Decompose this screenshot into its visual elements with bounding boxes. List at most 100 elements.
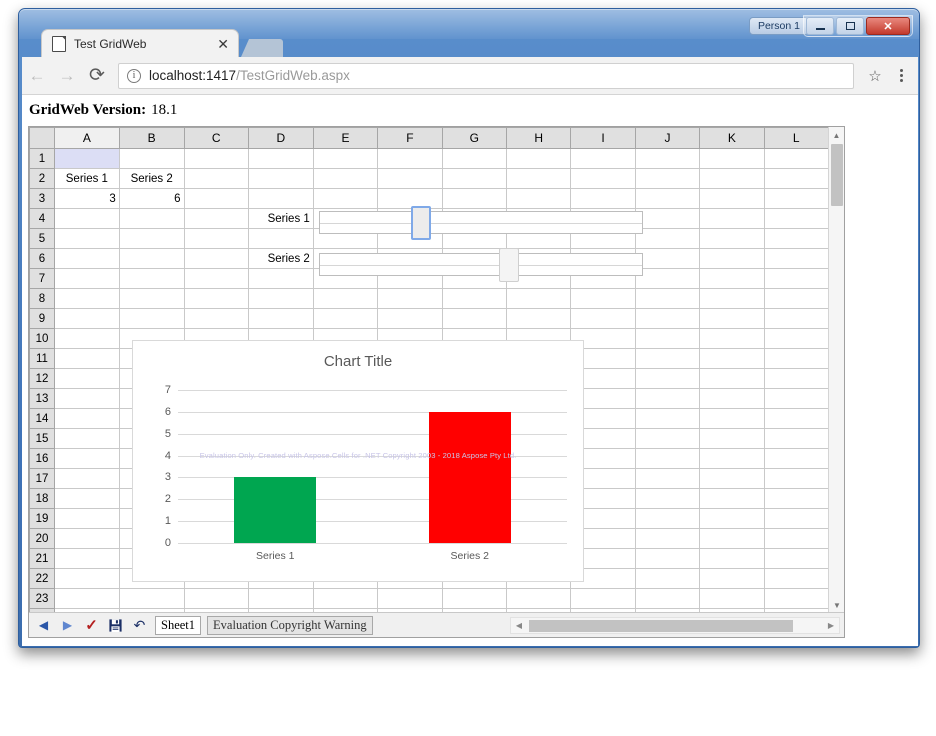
cell-k4[interactable] (699, 208, 765, 229)
column-header-c[interactable]: C (183, 127, 249, 149)
cell-e23[interactable] (312, 588, 379, 609)
cell-j19[interactable] (634, 508, 701, 529)
cell-a11[interactable] (53, 348, 120, 369)
grid-horizontal-scrollbar[interactable]: ◀ ▶ (510, 617, 840, 634)
cell-l4[interactable] (763, 208, 829, 229)
cell-d23[interactable] (247, 588, 314, 609)
cell-i8[interactable] (570, 288, 636, 309)
cell-f9[interactable] (377, 308, 443, 329)
cell-a10[interactable] (53, 328, 120, 349)
cell-g1[interactable] (441, 148, 508, 169)
cell-f1[interactable] (377, 148, 443, 169)
cell-a3[interactable]: 3 (53, 188, 120, 209)
cell-k8[interactable] (699, 288, 765, 309)
column-header-i[interactable]: I (570, 127, 636, 149)
cell-k11[interactable] (699, 348, 765, 369)
cell-f2[interactable] (377, 168, 443, 189)
cell-k7[interactable] (699, 268, 765, 289)
cell-f23[interactable] (377, 588, 443, 609)
cell-k10[interactable] (699, 328, 765, 349)
cell-k14[interactable] (699, 408, 765, 429)
cell-k15[interactable] (699, 428, 765, 449)
column-header-j[interactable]: J (634, 127, 701, 149)
bookmark-star-icon[interactable]: ☆ (862, 67, 888, 85)
cell-j12[interactable] (634, 368, 701, 389)
cell-d3[interactable] (247, 188, 314, 209)
chrome-menu-icon[interactable] (888, 69, 914, 82)
cell-l1[interactable] (763, 148, 829, 169)
select-all-corner[interactable] (29, 127, 55, 149)
cell-l20[interactable] (763, 528, 829, 549)
cell-j10[interactable] (634, 328, 701, 349)
cell-l10[interactable] (763, 328, 829, 349)
close-button[interactable]: ✕ (866, 17, 910, 35)
forward-button[interactable]: → (52, 61, 82, 91)
cell-l12[interactable] (763, 368, 829, 389)
tab-close-icon[interactable]: ✕ (214, 37, 232, 51)
row-header-13[interactable]: 13 (29, 388, 55, 409)
series-2-slider[interactable] (319, 248, 643, 282)
cell-i23[interactable] (570, 588, 636, 609)
cell-c5[interactable] (183, 228, 249, 249)
cell-k12[interactable] (699, 368, 765, 389)
row-header-23[interactable]: 23 (29, 588, 55, 609)
cell-j1[interactable] (634, 148, 701, 169)
cell-l7[interactable] (763, 268, 829, 289)
cell-j14[interactable] (634, 408, 701, 429)
cell-k20[interactable] (699, 528, 765, 549)
cell-a7[interactable] (53, 268, 120, 289)
cell-j23[interactable] (634, 588, 701, 609)
cell-a16[interactable] (53, 448, 120, 469)
cell-l19[interactable] (763, 508, 829, 529)
cell-l11[interactable] (763, 348, 829, 369)
row-header-12[interactable]: 12 (29, 368, 55, 389)
row-header-3[interactable]: 3 (29, 188, 55, 209)
cell-d9[interactable] (247, 308, 314, 329)
cell-b3[interactable]: 6 (118, 188, 185, 209)
cell-a6[interactable] (53, 248, 120, 269)
cell-k23[interactable] (699, 588, 765, 609)
sheet-tab-sheet1[interactable]: Sheet1 (155, 615, 202, 635)
row-header-7[interactable]: 7 (29, 268, 55, 289)
cell-c6[interactable] (183, 248, 249, 269)
cell-f3[interactable] (377, 188, 443, 209)
cell-g8[interactable] (441, 288, 508, 309)
row-header-19[interactable]: 19 (29, 508, 55, 529)
column-header-f[interactable]: F (377, 127, 443, 149)
cell-c2[interactable] (183, 168, 249, 189)
cell-a13[interactable] (53, 388, 120, 409)
cell-b5[interactable] (118, 228, 185, 249)
row-header-10[interactable]: 10 (29, 328, 55, 349)
row-header-21[interactable]: 21 (29, 548, 55, 569)
cell-j2[interactable] (634, 168, 701, 189)
cell-i2[interactable] (570, 168, 636, 189)
cell-c1[interactable] (183, 148, 249, 169)
cell-c4[interactable] (183, 208, 249, 229)
row-header-17[interactable]: 17 (29, 468, 55, 489)
cell-a23[interactable] (53, 588, 120, 609)
row-header-16[interactable]: 16 (29, 448, 55, 469)
cell-a8[interactable] (53, 288, 120, 309)
cell-a12[interactable] (53, 368, 120, 389)
cell-c3[interactable] (183, 188, 249, 209)
cell-j7[interactable] (634, 268, 701, 289)
address-bar[interactable]: i localhost:1417/TestGridWeb.aspx (118, 62, 854, 89)
cell-f8[interactable] (377, 288, 443, 309)
row-header-8[interactable]: 8 (29, 288, 55, 309)
cell-j15[interactable] (634, 428, 701, 449)
maximize-button[interactable] (836, 17, 864, 35)
column-header-e[interactable]: E (312, 127, 379, 149)
chart-bar[interactable] (428, 411, 511, 543)
cell-g23[interactable] (441, 588, 508, 609)
cell-k21[interactable] (699, 548, 765, 569)
cell-b8[interactable] (118, 288, 185, 309)
save-button[interactable] (106, 615, 125, 635)
cell-l17[interactable] (763, 468, 829, 489)
cell-j9[interactable] (634, 308, 701, 329)
cell-k1[interactable] (699, 148, 765, 169)
cell-c23[interactable] (183, 588, 249, 609)
cell-d8[interactable] (247, 288, 314, 309)
cell-l13[interactable] (763, 388, 829, 409)
row-header-15[interactable]: 15 (29, 428, 55, 449)
row-header-22[interactable]: 22 (29, 568, 55, 589)
